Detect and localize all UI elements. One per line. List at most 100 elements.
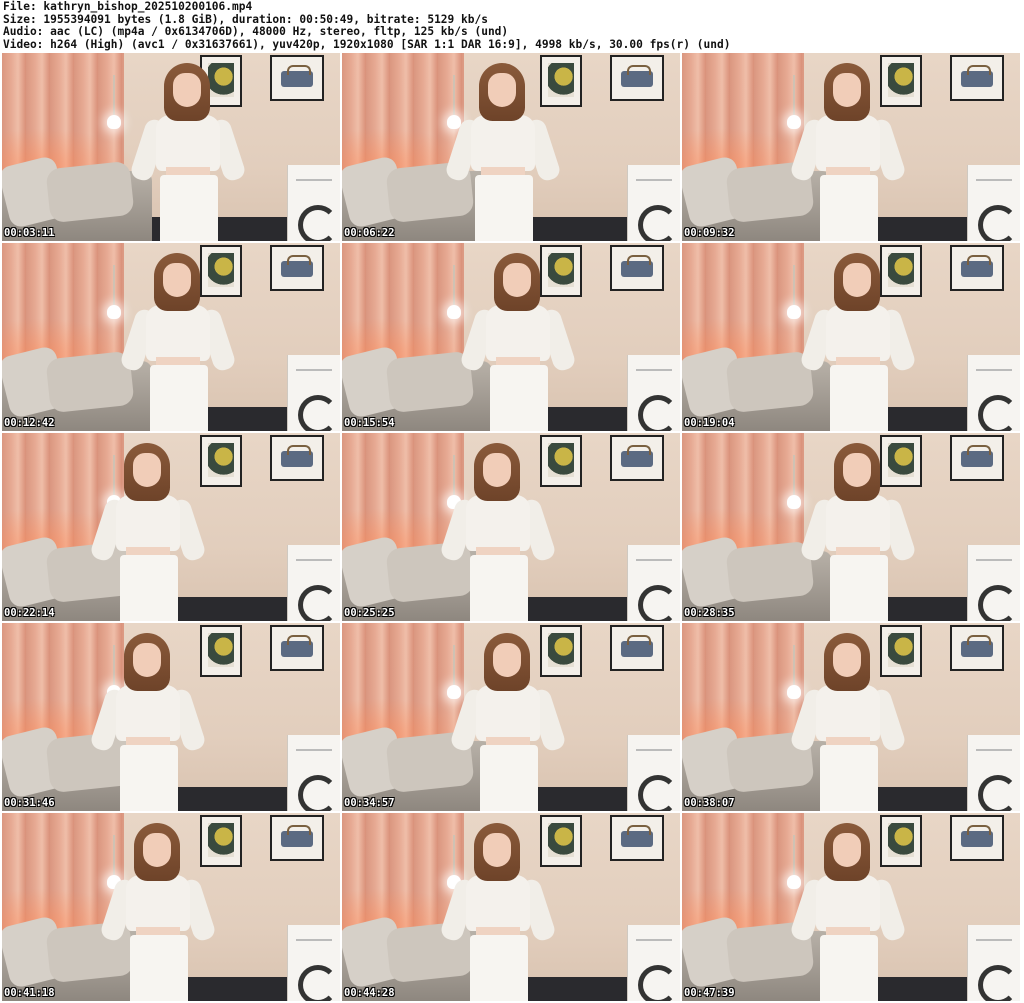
framed-art-right <box>270 625 324 671</box>
video-thumbnail[interactable]: 00:19:04 <box>682 243 1020 431</box>
lamp-stem <box>453 75 455 117</box>
lamp-stem <box>453 265 455 307</box>
wall-lamp <box>787 875 801 889</box>
white-dresser <box>287 925 340 1001</box>
framed-art-right <box>610 245 664 291</box>
file-info-header: File: kathryn_bishop_202510200106.mp4 Si… <box>3 0 1021 53</box>
framed-art-right <box>270 435 324 481</box>
video-thumbnail[interactable]: 00:03:11 <box>2 53 340 241</box>
wall-lamp <box>787 685 801 699</box>
video-thumbnail[interactable]: 00:47:39 <box>682 813 1020 1001</box>
person-figure <box>438 443 558 621</box>
framed-art-right <box>610 815 664 861</box>
white-dresser <box>287 165 340 241</box>
white-dresser <box>967 735 1020 811</box>
person-figure <box>798 253 918 431</box>
lamp-stem <box>793 455 795 497</box>
framed-art-left <box>200 435 242 487</box>
video-thumbnail[interactable]: 00:28:35 <box>682 433 1020 621</box>
lamp-stem <box>793 265 795 307</box>
framed-art-right <box>270 245 324 291</box>
video-thumbnail[interactable]: 00:31:46 <box>2 623 340 811</box>
person-figure <box>788 633 908 811</box>
framed-art-right <box>270 815 324 861</box>
person-figure <box>443 63 563 241</box>
white-dresser <box>627 355 680 431</box>
lamp-stem <box>793 645 795 687</box>
white-dresser <box>287 545 340 621</box>
white-dresser <box>967 165 1020 241</box>
person-figure <box>458 253 578 431</box>
white-dresser <box>287 735 340 811</box>
person-figure <box>98 823 218 1001</box>
wall-lamp <box>447 305 461 319</box>
framed-art-right <box>950 55 1004 101</box>
video-thumbnail[interactable]: 00:22:14 <box>2 433 340 621</box>
person-figure <box>798 443 918 621</box>
lamp-stem <box>113 75 115 117</box>
thumbnail-timestamp: 00:47:39 <box>684 987 735 999</box>
thumbnail-grid: 00:03:11 00:06:22 00:09:32 00:12:42 00:15:54… <box>2 53 1022 1001</box>
white-dresser <box>627 165 680 241</box>
person-figure <box>88 633 208 811</box>
wall-lamp <box>107 305 121 319</box>
lamp-stem <box>113 265 115 307</box>
framed-art-left <box>200 625 242 677</box>
white-dresser <box>967 925 1020 1001</box>
white-dresser <box>287 355 340 431</box>
person-figure <box>128 63 248 241</box>
thumbnail-timestamp: 00:09:32 <box>684 227 735 239</box>
video-info-line: Video: h264 (High) (avc1 / 0x31637661), … <box>3 37 731 51</box>
video-thumbnail[interactable]: 00:25:25 <box>342 433 680 621</box>
thumbnail-timestamp: 00:06:22 <box>344 227 395 239</box>
framed-art-right <box>610 435 664 481</box>
video-thumbnail[interactable]: 00:34:57 <box>342 623 680 811</box>
wall-lamp <box>787 495 801 509</box>
sofa-pillow <box>45 160 135 224</box>
thumbnail-timestamp: 00:41:18 <box>4 987 55 999</box>
wall-lamp <box>787 305 801 319</box>
framed-art-right <box>610 55 664 101</box>
video-thumbnail[interactable]: 00:44:28 <box>342 813 680 1001</box>
person-figure <box>438 823 558 1001</box>
video-thumbnail[interactable]: 00:06:22 <box>342 53 680 241</box>
video-thumbnail[interactable]: 00:12:42 <box>2 243 340 431</box>
video-thumbnail[interactable]: 00:09:32 <box>682 53 1020 241</box>
person-figure <box>788 823 908 1001</box>
white-dresser <box>967 355 1020 431</box>
framed-art-right <box>950 245 1004 291</box>
wall-lamp <box>447 685 461 699</box>
thumbnail-timestamp: 00:38:07 <box>684 797 735 809</box>
person-figure <box>788 63 908 241</box>
white-dresser <box>627 545 680 621</box>
lamp-stem <box>453 645 455 687</box>
video-thumbnail[interactable]: 00:38:07 <box>682 623 1020 811</box>
thumbnail-timestamp: 00:03:11 <box>4 227 55 239</box>
lamp-stem <box>793 835 795 877</box>
video-thumbnail[interactable]: 00:15:54 <box>342 243 680 431</box>
thumbnail-timestamp: 00:28:35 <box>684 607 735 619</box>
person-figure <box>88 443 208 621</box>
wall-lamp <box>107 115 121 129</box>
framed-art-right <box>270 55 324 101</box>
person-figure <box>118 253 238 431</box>
framed-art-right <box>950 625 1004 671</box>
thumbnail-timestamp: 00:34:57 <box>344 797 395 809</box>
audio-info-line: Audio: aac (LC) (mp4a / 0x6134706D), 480… <box>3 25 509 39</box>
thumbnail-timestamp: 00:12:42 <box>4 417 55 429</box>
person-figure <box>448 633 568 811</box>
video-thumbnail[interactable]: 00:41:18 <box>2 813 340 1001</box>
white-dresser <box>967 545 1020 621</box>
framed-art-right <box>950 435 1004 481</box>
thumbnail-timestamp: 00:19:04 <box>684 417 735 429</box>
lamp-stem <box>793 75 795 117</box>
white-dresser <box>627 735 680 811</box>
white-dresser <box>627 925 680 1001</box>
thumbnail-timestamp: 00:15:54 <box>344 417 395 429</box>
thumbnail-timestamp: 00:31:46 <box>4 797 55 809</box>
thumbnail-timestamp: 00:25:25 <box>344 607 395 619</box>
thumbnail-timestamp: 00:22:14 <box>4 607 55 619</box>
framed-art-right <box>950 815 1004 861</box>
file-name-line: File: kathryn_bishop_202510200106.mp4 <box>3 0 253 13</box>
wall-lamp <box>787 115 801 129</box>
